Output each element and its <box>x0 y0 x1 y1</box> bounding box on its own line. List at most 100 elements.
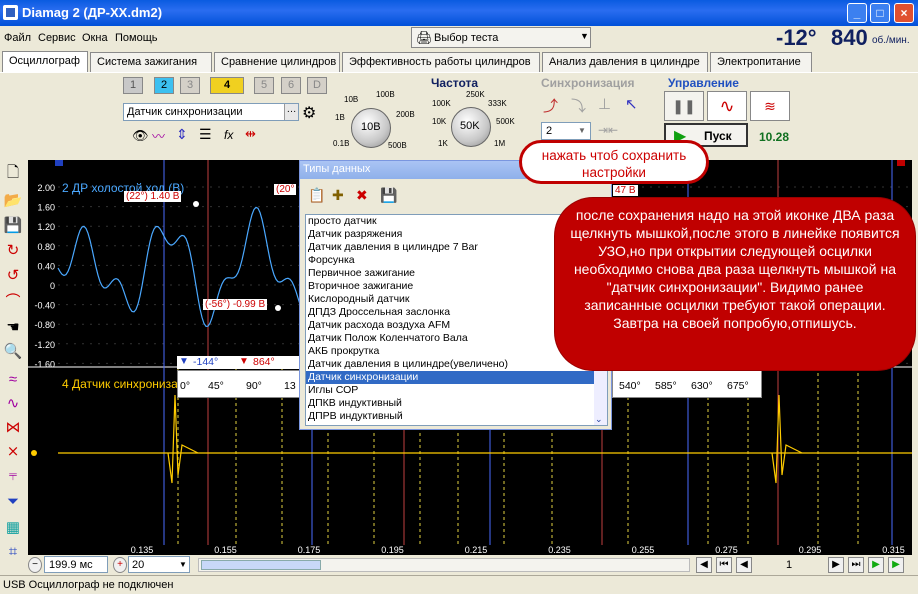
scroll-thumb[interactable] <box>201 560 321 570</box>
arc-icon[interactable]: ⌒ <box>3 292 23 312</box>
wave3-icon[interactable]: ⋈ <box>3 418 23 438</box>
deg-tick: 630° <box>691 380 713 392</box>
menu-service[interactable]: Сервис <box>38 32 76 44</box>
channel-3-button[interactable]: 3 <box>180 77 200 94</box>
cursor-red-value: 864° <box>253 356 275 368</box>
manual-icon[interactable]: ↺ <box>3 266 23 286</box>
ellipsis-button[interactable]: … <box>284 104 298 120</box>
last-page-button[interactable]: ⏭ <box>848 557 864 573</box>
add-icon[interactable]: ✚ <box>332 187 344 204</box>
noise-wave-button[interactable]: ≋ <box>750 91 790 121</box>
lines-icon[interactable]: ☰ <box>199 126 212 143</box>
sync-level-icon[interactable]: ⊥ <box>598 95 611 113</box>
prev-page-button[interactable]: ◀ <box>736 557 752 573</box>
paste-icon[interactable]: 📋 <box>308 187 325 204</box>
sync-cursor-icon[interactable]: ↖ <box>625 95 638 113</box>
zoom-in-button[interactable]: + <box>113 557 127 573</box>
chevron-down-icon: ▼ <box>578 126 586 135</box>
wave2-icon[interactable]: ∿ <box>3 394 23 414</box>
voltage-knob[interactable]: 10В <box>351 108 391 148</box>
page-number: 1 <box>786 559 793 571</box>
status-bar: USB Осциллограф не подключен <box>0 575 918 594</box>
eye-icon[interactable]: 👁 <box>132 128 149 144</box>
hand-icon[interactable]: ☚ <box>3 318 23 338</box>
wave5-icon[interactable]: ⫧ <box>3 466 23 486</box>
first-page-button[interactable]: ⏮ <box>716 557 732 573</box>
zoom-icon[interactable]: 🔍 <box>3 342 23 362</box>
y-tick-label: 0 <box>50 281 55 291</box>
pause-button[interactable]: ❚❚ <box>664 91 704 121</box>
list-item[interactable]: ДПРВ индуктивный <box>306 410 607 423</box>
next-page-button[interactable]: ▶ <box>828 557 844 573</box>
y-tick-label: 1.20 <box>37 222 55 232</box>
sync-arrows-icon[interactable]: ⇥⇤ <box>598 123 618 137</box>
list-item[interactable]: Иглы СОР <box>306 384 607 397</box>
degree-ruler-left: 0° 45° 90° 13 <box>177 370 302 398</box>
open-folder-icon[interactable]: 📂 <box>3 191 23 211</box>
close-button[interactable]: × <box>894 3 914 23</box>
wave4-icon[interactable]: ⨯ <box>3 442 23 462</box>
list-item[interactable]: ДПКВ индуктивный <box>306 397 607 410</box>
sensor-config-icon[interactable]: ⚙ <box>302 103 316 123</box>
frequency-knob[interactable]: 50K <box>451 107 491 147</box>
fx-icon[interactable]: fx <box>224 128 233 142</box>
tab-power[interactable]: Электропитание <box>710 52 812 72</box>
channel-d-button[interactable]: D <box>307 77 327 94</box>
delete-icon[interactable]: ✖ <box>356 187 368 204</box>
play-button[interactable]: ▶ <box>868 557 884 573</box>
time-value: 199.9 мс <box>49 559 93 571</box>
chevron-down-icon[interactable]: ⌄ <box>595 414 603 425</box>
save-icon[interactable]: 💾 <box>3 216 23 236</box>
scroll-left-button[interactable]: ◀ <box>696 557 712 573</box>
chart-icon[interactable]: ▦ <box>3 518 23 538</box>
save-icon[interactable]: 💾 <box>380 187 397 204</box>
tab-pressure-analysis[interactable]: Анализ давления в цилиндре <box>542 52 708 72</box>
tab-oscilloscope[interactable]: Осциллограф <box>2 51 88 73</box>
list-item[interactable]: Датчик давления в цилиндре(увеличено) <box>306 358 607 371</box>
channel-4-button[interactable]: 4 <box>210 77 244 94</box>
channel-2-button[interactable]: 2 <box>154 77 174 94</box>
pause-icon: ❚❚ <box>672 98 696 114</box>
marker-1-dot <box>193 201 199 207</box>
maximize-button[interactable]: □ <box>870 3 890 23</box>
voltage-knob-value: 10В <box>361 121 381 133</box>
falling-edge-icon[interactable]: ⤵ <box>571 95 586 116</box>
sync-channel-select[interactable]: 2 ▼ <box>541 122 591 140</box>
sine-wave-button[interactable]: ∿ <box>707 91 747 121</box>
horizontal-scrollbar[interactable] <box>198 558 690 572</box>
sensor-field[interactable]: Датчик синхронизации … <box>123 103 299 121</box>
test-select[interactable]: 🖨 Выбор теста ▼ <box>411 27 591 48</box>
channel-1-button[interactable]: 1 <box>123 77 143 94</box>
menu-file[interactable]: Файл <box>4 32 31 44</box>
x-tick-label: 0.315 <box>882 545 905 555</box>
updown-arrow-icon[interactable]: ⇕ <box>176 126 188 143</box>
control-value: 10.28 <box>759 130 790 144</box>
scroll-right-button[interactable]: ▶ <box>888 557 904 573</box>
menu-help[interactable]: Помощь <box>115 32 158 44</box>
x-tick-label: 0.155 <box>214 545 237 555</box>
angle-readout: -12° <box>776 25 817 50</box>
count-select[interactable]: 20 ▼ <box>128 556 190 573</box>
test-select-label: Выбор теста <box>434 32 499 44</box>
menu-windows[interactable]: Окна <box>82 32 108 44</box>
list-item[interactable]: Р <box>306 423 607 425</box>
zoom-out-button[interactable]: − <box>28 557 42 573</box>
left-toolbar: 🗋 📂 💾 ↻ ↺ ⌒ ☚ 🔍 ≈ ∿ ⋈ ⨯ ⫧ ⏷ ▦ ⌗ <box>0 158 27 576</box>
marker-2-dot <box>275 305 281 311</box>
new-file-icon[interactable]: 🗋 <box>3 163 23 183</box>
tab-cylinder-efficiency[interactable]: Эффективность работы цилиндров <box>342 52 540 72</box>
tab-cylinder-compare[interactable]: Сравнение цилиндров <box>214 52 340 72</box>
minimize-button[interactable]: _ <box>847 3 867 23</box>
auto-icon[interactable]: ↻ <box>3 241 23 261</box>
wave1-icon[interactable]: ≈ <box>3 370 23 390</box>
rising-edge-icon[interactable]: ⤴ <box>543 95 558 116</box>
tab-ignition[interactable]: Система зажигания <box>90 52 212 72</box>
wave-icon[interactable]: 〰 <box>152 126 165 145</box>
cursor-icon[interactable]: ⇹ <box>245 126 256 142</box>
filter-icon[interactable]: ⏷ <box>3 492 23 512</box>
channel-6-button[interactable]: 6 <box>281 77 301 94</box>
list-item[interactable]: Датчик синхронизации <box>306 371 607 384</box>
channel-2-waveform <box>57 206 329 328</box>
time-field[interactable]: 199.9 мс <box>44 556 108 573</box>
channel-5-button[interactable]: 5 <box>254 77 274 94</box>
